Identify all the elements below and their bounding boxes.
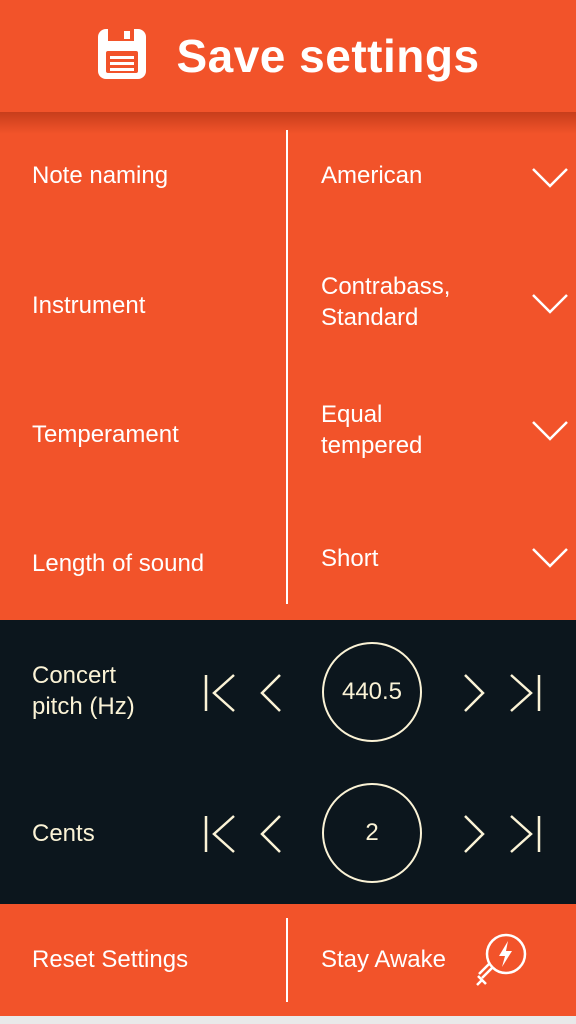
temperament-value-line1: Equal: [321, 401, 383, 428]
decrement-icon[interactable]: [259, 673, 283, 713]
bottom-strip: [0, 1016, 576, 1024]
reset-settings-button[interactable]: Reset Settings: [32, 946, 188, 974]
increment-icon[interactable]: [462, 673, 486, 713]
skip-to-start-icon[interactable]: [203, 814, 237, 854]
concert-pitch-label-line1: Concert: [32, 662, 117, 689]
floppy-disk-icon: [96, 27, 148, 86]
chevron-down-icon[interactable]: [530, 166, 570, 190]
pitch-controls-panel: Concert pitch (Hz) 440.5 Cents 2: [0, 620, 576, 904]
save-settings-title: Save settings: [176, 30, 480, 82]
temperament-value[interactable]: Equal tempered: [321, 399, 521, 461]
skip-to-end-icon[interactable]: [508, 814, 542, 854]
footer-bar: Reset Settings Stay Awake: [0, 904, 576, 1016]
chevron-down-icon[interactable]: [530, 419, 570, 443]
length-of-sound-value[interactable]: Short: [321, 543, 521, 574]
instrument-value[interactable]: Contrabass, Standard: [321, 271, 521, 333]
length-of-sound-label: Length of sound: [32, 550, 205, 577]
instrument-value-line2: Standard: [321, 304, 419, 331]
concert-pitch-value: 440.5: [322, 642, 422, 742]
note-naming-value[interactable]: American: [321, 160, 521, 191]
increment-icon[interactable]: [462, 814, 486, 854]
save-settings-header[interactable]: Save settings: [0, 0, 576, 112]
concert-pitch-label-line2: pitch (Hz): [32, 693, 135, 720]
concert-pitch-label: Concert pitch (Hz): [32, 660, 135, 722]
skip-to-end-icon[interactable]: [508, 673, 542, 713]
chevron-down-icon[interactable]: [530, 546, 570, 570]
temperament-label: Temperament: [32, 421, 179, 448]
chevron-down-icon[interactable]: [530, 292, 570, 316]
lightbulb-bolt-icon[interactable]: [474, 930, 532, 992]
instrument-value-line1: Contrabass,: [321, 273, 451, 300]
settings-panel: Note naming American Instrument Contraba…: [0, 112, 576, 620]
cents-label: Cents: [32, 820, 95, 847]
note-naming-label: Note naming: [32, 162, 169, 189]
instrument-label: Instrument: [32, 292, 146, 319]
settings-divider: [286, 130, 288, 604]
footer-divider: [286, 918, 288, 1002]
decrement-icon[interactable]: [259, 814, 283, 854]
temperament-value-line2: tempered: [321, 432, 423, 459]
cents-value: 2: [322, 783, 422, 883]
skip-to-start-icon[interactable]: [203, 673, 237, 713]
stay-awake-button[interactable]: Stay Awake: [321, 946, 446, 974]
